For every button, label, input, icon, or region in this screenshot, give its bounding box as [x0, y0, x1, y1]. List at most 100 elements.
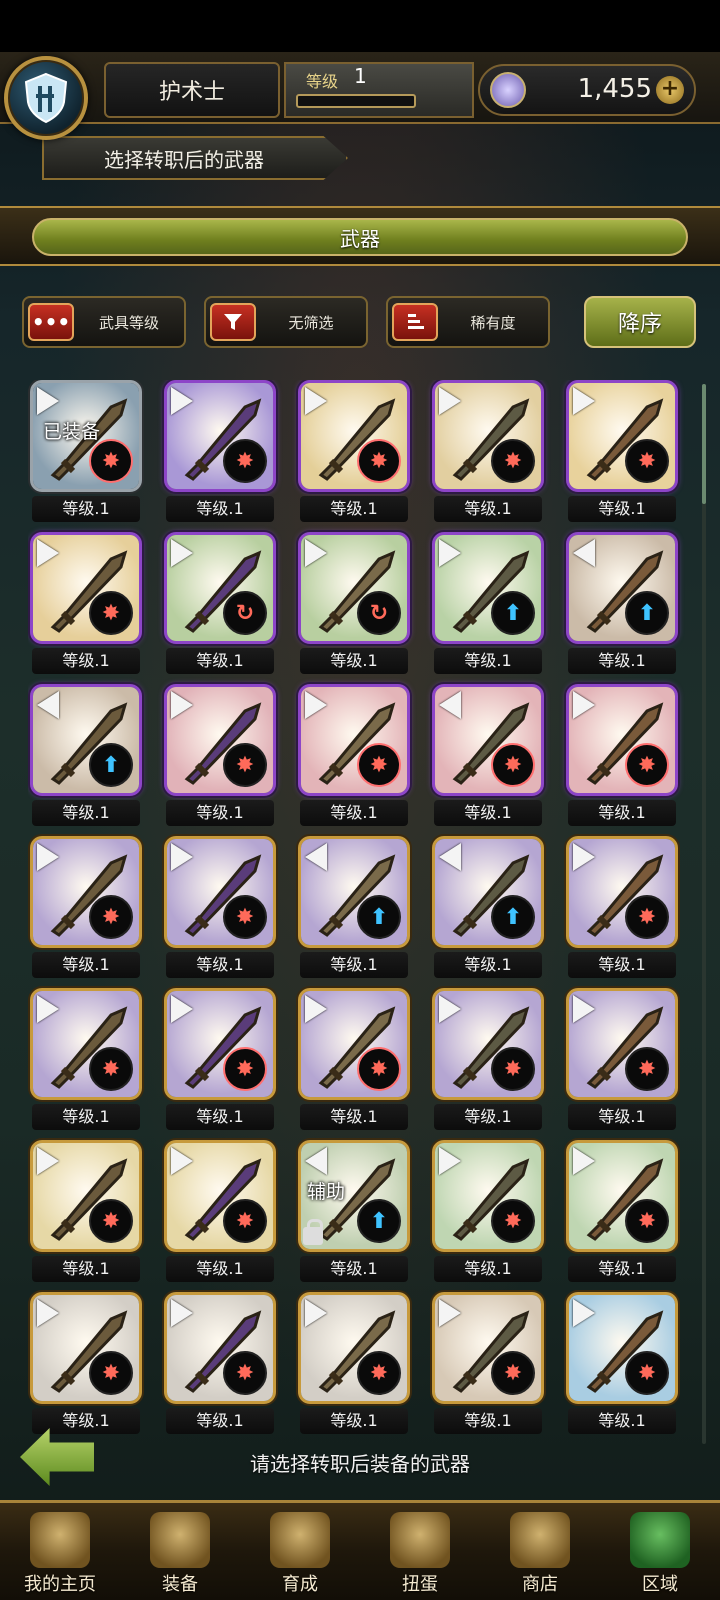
weapon-card[interactable]: ✸ 等级.1	[28, 1140, 144, 1286]
level-panel: 等级 1	[284, 62, 474, 118]
weapon-card[interactable]: ✸ 等级.1	[296, 380, 412, 526]
weapon-card[interactable]: ⬆ 等级.1	[296, 836, 412, 982]
claw-icon: ✸	[357, 743, 401, 787]
weapon-card[interactable]: ✸ 等级.1	[28, 1292, 144, 1438]
weapon-card[interactable]: ✸ 等级.1	[162, 684, 278, 830]
triangle-right-icon	[573, 387, 595, 415]
weapon-card[interactable]: ✸ 等级.1	[430, 684, 546, 830]
nav-sword[interactable]: 育成	[242, 1506, 358, 1596]
weapon-frame: ✸	[566, 988, 678, 1100]
dots-icon: •••	[28, 303, 74, 341]
weapon-card[interactable]: ✸ 等级.1	[162, 1140, 278, 1286]
weapon-level: 等级.1	[166, 1408, 274, 1434]
nav-globe[interactable]: 区域	[602, 1506, 718, 1596]
weapon-card[interactable]: ⬆ 等级.1	[430, 532, 546, 678]
sort-key-button[interactable]: ••• 武具等级	[22, 296, 186, 348]
triangle-left-icon	[439, 691, 461, 719]
triangle-left-icon	[305, 843, 327, 871]
weapon-card[interactable]: ⬆ 等级.1	[28, 684, 144, 830]
add-currency-button[interactable]: +	[656, 76, 684, 104]
weapon-card[interactable]: ✸ 等级.1	[564, 380, 680, 526]
weapon-card[interactable]: ✸ 等级.1	[430, 988, 546, 1134]
gacha-icon	[390, 1512, 450, 1568]
filter-button[interactable]: 无筛选	[204, 296, 368, 348]
weapon-level: 等级.1	[568, 648, 676, 674]
weapon-level: 等级.1	[568, 800, 676, 826]
triangle-right-icon	[305, 539, 327, 567]
triangle-right-icon	[439, 539, 461, 567]
weapon-card[interactable]: ✸ 等级.1	[296, 684, 412, 830]
weapon-level: 等级.1	[32, 1256, 140, 1282]
weapon-card[interactable]: ✸ 等级.1	[430, 380, 546, 526]
claw-icon: ✸	[89, 1351, 133, 1395]
level-value: 1	[354, 64, 367, 88]
weapon-card[interactable]: ✸ 等级.1	[162, 836, 278, 982]
weapon-card[interactable]: ↻ 等级.1	[296, 532, 412, 678]
weapon-card[interactable]: ✸ 等级.1	[296, 1292, 412, 1438]
weapon-card[interactable]: ✸ 等级.1	[430, 1292, 546, 1438]
weapon-card[interactable]: ✸ 已装备 等级.1	[28, 380, 144, 526]
gem-icon	[490, 72, 526, 108]
weapon-card[interactable]: ✸ 等级.1	[162, 1292, 278, 1438]
funnel-icon	[210, 303, 256, 341]
weapon-frame: ✸	[432, 1140, 544, 1252]
weapon-card[interactable]: ✸ 等级.1	[296, 988, 412, 1134]
weapon-frame: ✸	[432, 1292, 544, 1404]
currency-panel: 1,455 +	[478, 64, 696, 116]
swirl-icon: ↻	[223, 591, 267, 635]
weapon-card[interactable]: ✸ 等级.1	[162, 380, 278, 526]
claw-icon: ✸	[491, 1047, 535, 1091]
triangle-right-icon	[439, 995, 461, 1023]
claw-icon: ✸	[625, 1351, 669, 1395]
up-arrow-icon: ⬆	[89, 743, 133, 787]
weapon-card[interactable]: ✸ 等级.1	[28, 988, 144, 1134]
scrollbar[interactable]	[702, 384, 706, 1444]
weapon-frame: ✸	[566, 684, 678, 796]
swirl-icon: ↻	[357, 591, 401, 635]
weapon-card[interactable]: ⬆ 辅助 等级.1	[296, 1140, 412, 1286]
weapon-level: 等级.1	[434, 1104, 542, 1130]
weapon-level: 等级.1	[568, 1408, 676, 1434]
nav-shop[interactable]: 商店	[482, 1506, 598, 1596]
weapon-card[interactable]: ↻ 等级.1	[162, 532, 278, 678]
triangle-right-icon	[37, 1299, 59, 1327]
weapon-card[interactable]: ✸ 等级.1	[28, 532, 144, 678]
list-icon	[392, 303, 438, 341]
weapon-card[interactable]: ✸ 等级.1	[564, 988, 680, 1134]
scrollbar-thumb[interactable]	[702, 384, 706, 504]
weapon-card[interactable]: ✸ 等级.1	[564, 1140, 680, 1286]
tab-weapons[interactable]: 武器	[32, 218, 688, 256]
weapon-level: 等级.1	[300, 800, 408, 826]
claw-icon: ✸	[223, 1351, 267, 1395]
triangle-right-icon	[305, 691, 327, 719]
claw-icon: ✸	[357, 439, 401, 483]
sort-key-label: 武具等级	[98, 313, 159, 332]
weapon-grid: ✸ 已装备 等级.1 ✸ 等级.1 ✸ 等级.1 ✸ 等级.1 ✸ 等级.1 ✸ 等级.1 ↻ 等级.1 ↻ 等…	[28, 380, 688, 1452]
weapon-card[interactable]: ✸ 等级.1	[430, 1140, 546, 1286]
weapon-card[interactable]: ⬆ 等级.1	[430, 836, 546, 982]
nav-helmet[interactable]: 装备	[122, 1506, 238, 1596]
weapon-level: 等级.1	[300, 496, 408, 522]
weapon-level: 等级.1	[166, 1104, 274, 1130]
weapon-card[interactable]: ⬆ 等级.1	[564, 532, 680, 678]
claw-icon: ✸	[625, 439, 669, 483]
sort-order-button[interactable]: 降序	[584, 296, 696, 348]
class-emblem-icon[interactable]	[4, 56, 88, 140]
weapon-level: 等级.1	[434, 800, 542, 826]
weapon-card[interactable]: ✸ 等级.1	[28, 836, 144, 982]
weapon-card[interactable]: ✸ 等级.1	[564, 836, 680, 982]
nav-scroll[interactable]: 我的主页	[2, 1506, 118, 1596]
rarity-sort-button[interactable]: 稀有度	[386, 296, 550, 348]
weapon-card[interactable]: ✸ 等级.1	[162, 988, 278, 1134]
nav-label: 我的主页	[24, 1574, 96, 1595]
sword-icon	[270, 1512, 330, 1568]
triangle-left-icon	[439, 843, 461, 871]
weapon-card[interactable]: ✸ 等级.1	[564, 684, 680, 830]
weapon-frame: ✸	[164, 1292, 276, 1404]
weapon-level: 等级.1	[32, 496, 140, 522]
weapon-card[interactable]: ✸ 等级.1	[564, 1292, 680, 1438]
nav-gacha[interactable]: 扭蛋	[362, 1506, 478, 1596]
support-label: 辅助	[307, 1181, 346, 1203]
claw-icon: ✸	[357, 1351, 401, 1395]
weapon-frame: ✸	[566, 1292, 678, 1404]
